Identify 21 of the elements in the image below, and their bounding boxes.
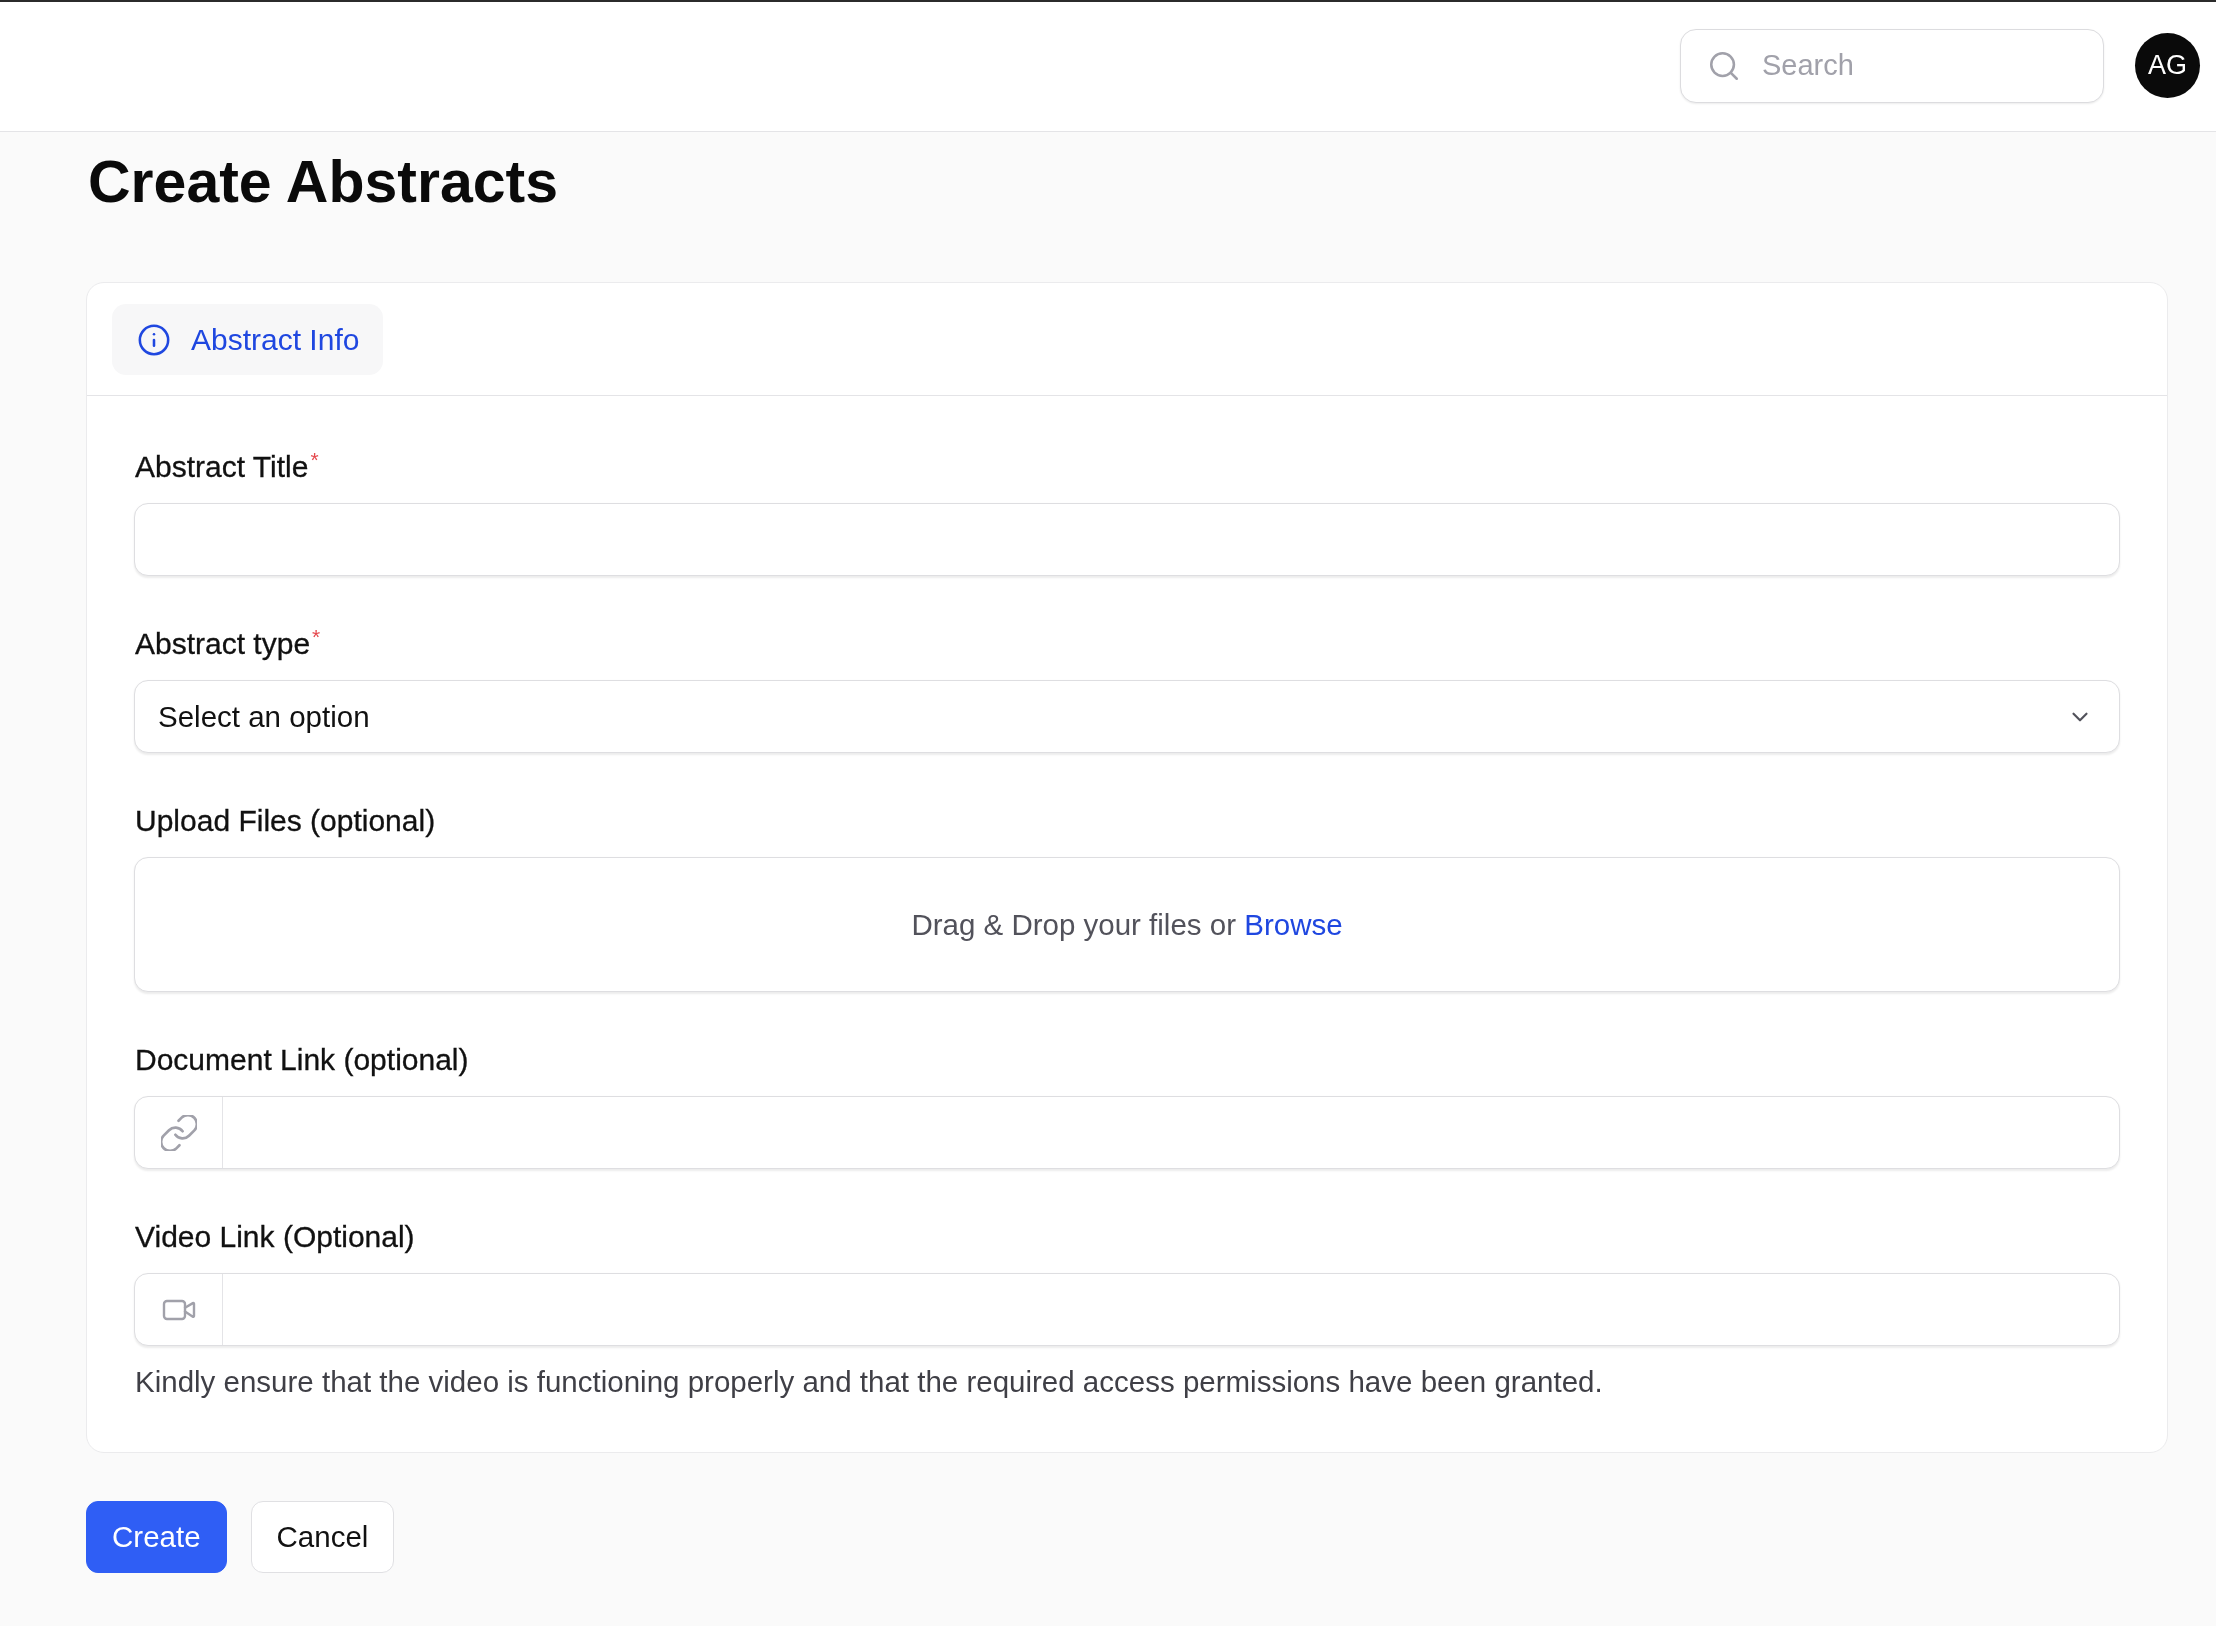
info-icon — [137, 322, 171, 357]
helper-text: Kindly ensure that the video is functioning properly and that the required access permissions have been granted. — [135, 1364, 1604, 1400]
file-drop-zone[interactable]: Drag & Drop your files or Browse — [134, 857, 2120, 992]
video-link-input-field[interactable] — [134, 1273, 2120, 1346]
text-input-field[interactable] — [134, 503, 2120, 576]
field-label: Document Link (optional) — [135, 1042, 470, 1078]
link-icon — [160, 1114, 197, 1151]
field-label: Video Link (Optional) — [135, 1219, 416, 1255]
cancel-button[interactable]: Cancel — [250, 1501, 395, 1573]
page-title: Create Abstracts — [88, 148, 559, 217]
user-avatar[interactable]: AG — [2135, 33, 2200, 98]
link-input-field[interactable] — [134, 1096, 2120, 1169]
form-tab[interactable]: Abstract Info — [112, 304, 384, 375]
browse-link[interactable]: Browse — [1244, 907, 1343, 941]
field-label: Abstract type$^{*}$ — [135, 626, 322, 662]
select-field[interactable]: Select an option — [134, 680, 2120, 753]
field-label: Upload Files (optional) — [135, 803, 437, 839]
create-button[interactable]: Create — [86, 1501, 227, 1573]
field-label: Abstract Title$^{*}$ — [135, 449, 320, 485]
drop-prompt: Drag & Drop your files or Browse — [911, 907, 1343, 942]
search-field[interactable]: Search — [1680, 28, 2104, 103]
